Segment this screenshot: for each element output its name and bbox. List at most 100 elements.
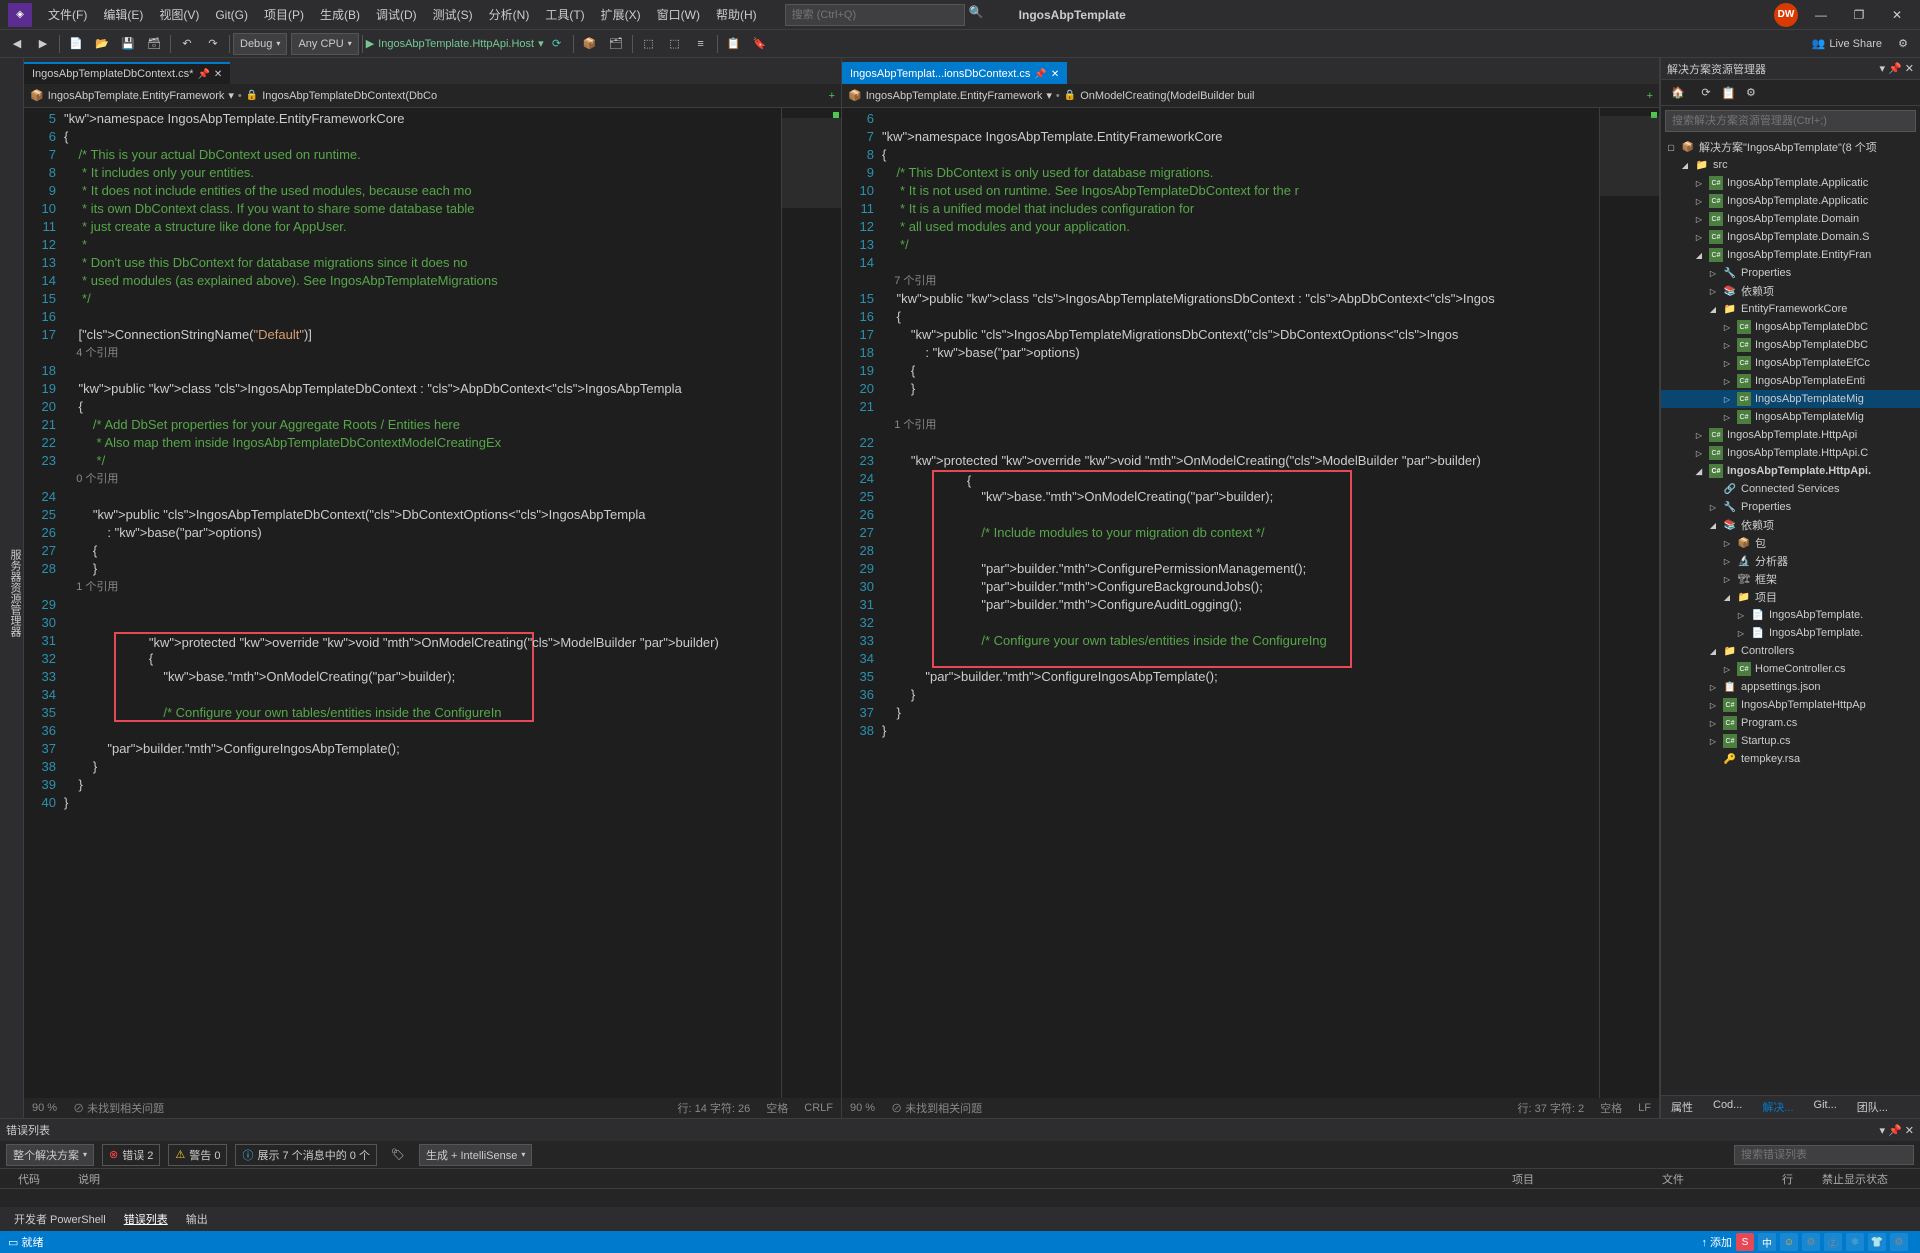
tree-item[interactable]: ▷C#Startup.cs: [1661, 732, 1920, 750]
line-ending[interactable]: LF: [1638, 1102, 1651, 1114]
tree-item[interactable]: ▷🔬分析器: [1661, 552, 1920, 570]
tree-item[interactable]: ◢📁Controllers: [1661, 642, 1920, 660]
left-sidebar[interactable]: 服务器资源管理器 工具箱: [0, 58, 24, 1118]
output-tab[interactable]: 错误列表: [116, 1209, 176, 1229]
tree-item[interactable]: ◢📁项目: [1661, 588, 1920, 606]
tool-icon[interactable]: 📦: [578, 32, 602, 56]
tree-item[interactable]: ▷C#IngosAbpTemplate.Domain.S: [1661, 228, 1920, 246]
tree-item[interactable]: ◢C#IngosAbpTemplate.HttpApi.: [1661, 462, 1920, 480]
menu-item[interactable]: 调试(D): [368, 2, 425, 27]
tree-item[interactable]: 🔑tempkey.rsa: [1661, 750, 1920, 768]
nav-member[interactable]: 🔒 IngosAbpTemplateDbContext(DbCo: [246, 90, 437, 102]
tree-item[interactable]: ▷C#IngosAbpTemplateMig: [1661, 408, 1920, 426]
minimize-button[interactable]: —: [1806, 3, 1836, 27]
property-tab[interactable]: 解决...: [1752, 1096, 1803, 1118]
close-icon[interactable]: ✕: [1051, 69, 1059, 80]
tool-icon[interactable]: 📋: [1721, 86, 1736, 100]
zoom-level[interactable]: 90 %: [850, 1102, 875, 1114]
new-icon[interactable]: 📄: [64, 32, 88, 56]
tree-item[interactable]: ▷🏗框架: [1661, 570, 1920, 588]
config-dropdown[interactable]: Debug: [233, 33, 287, 55]
col-proj[interactable]: 项目: [1502, 1171, 1652, 1187]
property-tab[interactable]: Git...: [1804, 1096, 1847, 1118]
tree-item[interactable]: ▷C#IngosAbpTemplateDbC: [1661, 336, 1920, 354]
tree-item[interactable]: ◢C#IngosAbpTemplate.EntityFran: [1661, 246, 1920, 264]
tool-icon[interactable]: 🗂: [604, 32, 628, 56]
settings-icon[interactable]: ⚙: [1891, 32, 1915, 56]
solution-search-input[interactable]: [1665, 110, 1916, 132]
nav-project[interactable]: 📦 IngosAbpTemplate.EntityFramework ▾: [848, 89, 1052, 102]
tree-item[interactable]: ▷C#IngosAbpTemplate.Domain: [1661, 210, 1920, 228]
warnings-filter[interactable]: ⚠ 警告 0: [168, 1144, 227, 1166]
tree-item[interactable]: ▢📦解决方案"IngosAbpTemplate"(8 个项: [1661, 138, 1920, 156]
maximize-button[interactable]: ❐: [1844, 3, 1874, 27]
tree-item[interactable]: ▷C#IngosAbpTemplateEnti: [1661, 372, 1920, 390]
pin-icon[interactable]: 📌: [1034, 69, 1046, 80]
tree-item[interactable]: ▷📚依赖项: [1661, 282, 1920, 300]
tool-icon[interactable]: ⚙: [1739, 81, 1763, 105]
open-icon[interactable]: 📂: [90, 32, 114, 56]
ime-icon[interactable]: Ⓩ: [1824, 1233, 1842, 1251]
col-line[interactable]: 行: [1772, 1171, 1812, 1187]
tree-item[interactable]: ▷📋appsettings.json: [1661, 678, 1920, 696]
error-search-input[interactable]: [1734, 1145, 1914, 1165]
redo-icon[interactable]: ↷: [201, 32, 225, 56]
tree-item[interactable]: ▷🔧Properties: [1661, 264, 1920, 282]
tree-item[interactable]: ▷📄IngosAbpTemplate.: [1661, 624, 1920, 642]
tree-item[interactable]: ▷C#IngosAbpTemplate.Applicatic: [1661, 192, 1920, 210]
editor-tab[interactable]: IngosAbpTemplat...ionsDbContext.cs 📌 ✕: [842, 62, 1067, 84]
close-icon[interactable]: ✕: [214, 69, 222, 80]
tool-icon[interactable]: ⬚: [637, 32, 661, 56]
home-icon[interactable]: 🏠: [1666, 81, 1690, 105]
build-filter-dropdown[interactable]: 生成 + IntelliSense: [419, 1144, 532, 1166]
refresh-icon[interactable]: ⟳: [545, 32, 569, 56]
nav-member[interactable]: 🔒 OnModelCreating(ModelBuilder buil: [1064, 90, 1255, 102]
code-minimap[interactable]: [1599, 108, 1659, 1098]
add-icon[interactable]: +: [1647, 90, 1653, 102]
property-tab[interactable]: 团队...: [1847, 1096, 1898, 1118]
ime-icon[interactable]: ⚙: [1890, 1233, 1908, 1251]
tree-item[interactable]: ▷C#IngosAbpTemplateEfCc: [1661, 354, 1920, 372]
zoom-level[interactable]: 90 %: [32, 1102, 57, 1114]
ime-icon[interactable]: S: [1736, 1233, 1754, 1251]
tool-icon[interactable]: ⬚: [663, 32, 687, 56]
tree-item[interactable]: ▷C#IngosAbpTemplate.HttpApi: [1661, 426, 1920, 444]
tree-item[interactable]: ▷C#HomeController.cs: [1661, 660, 1920, 678]
save-all-icon[interactable]: 🗃: [142, 32, 166, 56]
platform-dropdown[interactable]: Any CPU: [291, 33, 358, 55]
code-editor[interactable]: "kw">namespace IngosAbpTemplate.EntityFr…: [882, 108, 1599, 1098]
nav-project[interactable]: 📦 IngosAbpTemplate.EntityFramework ▾: [30, 89, 234, 102]
run-button[interactable]: ▶ IngosAbpTemplate.HttpApi.Host ▾: [366, 37, 544, 50]
close-button[interactable]: ✕: [1882, 3, 1912, 27]
indent-type[interactable]: 空格: [1600, 1100, 1622, 1116]
undo-icon[interactable]: ↶: [175, 32, 199, 56]
add-icon[interactable]: +: [829, 90, 835, 102]
errors-filter[interactable]: ⊗ 错误 2: [102, 1144, 160, 1166]
indent-type[interactable]: 空格: [766, 1100, 788, 1116]
menu-item[interactable]: 工具(T): [537, 2, 592, 27]
tool-icon[interactable]: 📋: [722, 32, 746, 56]
col-file[interactable]: 文件: [1652, 1171, 1772, 1187]
pin-icon[interactable]: 📌: [197, 69, 209, 80]
scope-dropdown[interactable]: 整个解决方案: [6, 1144, 94, 1166]
source-control[interactable]: ↑ 添加: [1701, 1234, 1732, 1250]
ime-icon[interactable]: ⚙: [1802, 1233, 1820, 1251]
code-minimap[interactable]: [781, 108, 841, 1098]
save-icon[interactable]: 💾: [116, 32, 140, 56]
user-avatar[interactable]: DW: [1774, 3, 1798, 27]
ime-icon[interactable]: ❄: [1846, 1233, 1864, 1251]
ime-icon[interactable]: 中: [1758, 1233, 1776, 1251]
tree-item[interactable]: ▷C#IngosAbpTemplateDbC: [1661, 318, 1920, 336]
code-editor[interactable]: "kw">namespace IngosAbpTemplate.EntityFr…: [64, 108, 781, 1098]
output-tab[interactable]: 输出: [178, 1209, 216, 1229]
tree-item[interactable]: 🔗Connected Services: [1661, 480, 1920, 498]
property-tab[interactable]: Cod...: [1703, 1096, 1752, 1118]
ime-icon[interactable]: 👕: [1868, 1233, 1886, 1251]
col-desc[interactable]: 说明: [68, 1171, 1502, 1187]
tree-item[interactable]: ▷C#IngosAbpTemplate.Applicatic: [1661, 174, 1920, 192]
info-filter[interactable]: ⓘ 展示 7 个消息中的 0 个: [235, 1144, 376, 1166]
tree-item[interactable]: ▷📦包: [1661, 534, 1920, 552]
menu-item[interactable]: 测试(S): [425, 2, 481, 27]
menu-item[interactable]: 项目(P): [256, 2, 312, 27]
back-icon[interactable]: ◀: [5, 32, 29, 56]
